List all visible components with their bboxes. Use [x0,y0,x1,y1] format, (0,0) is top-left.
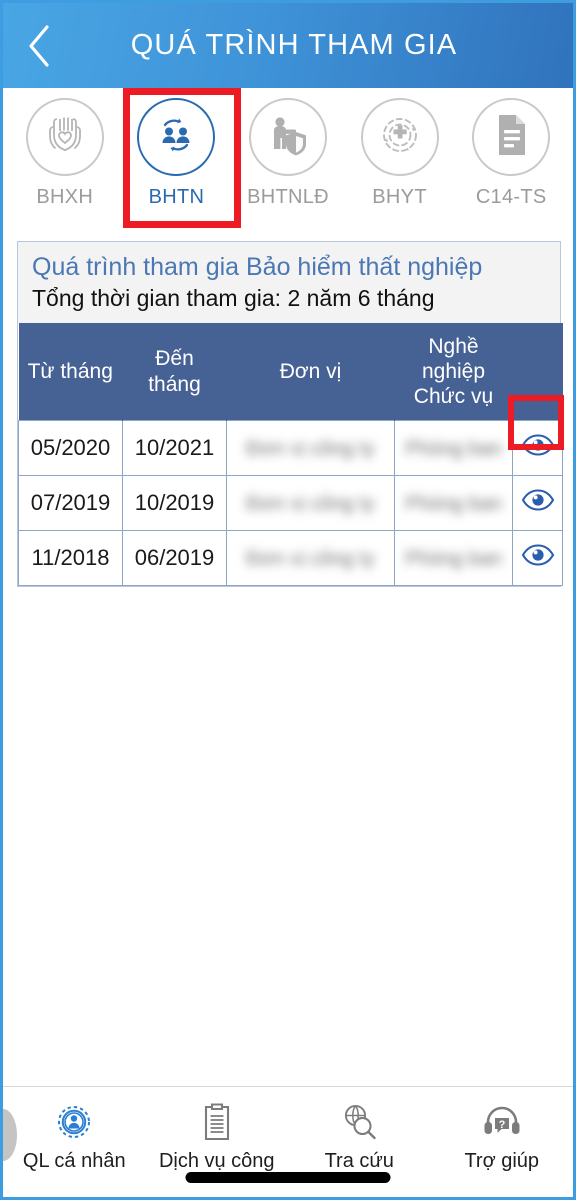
col-header-unit-text: Đơn vị [279,359,342,383]
col-header-to: Đến tháng [122,322,227,421]
redacted-text: Đơn vị công ty [246,493,375,516]
tab-bhtn-circle [137,98,216,176]
tab-bhxh-label: BHXH [36,186,94,208]
cell-to: 06/2019 [122,530,227,587]
gear-person-icon [53,1099,95,1145]
tab-bhxh[interactable]: BHXH [9,88,121,226]
col-header-from-text: Từ tháng [27,359,113,383]
tab-bhyt[interactable]: BHYT [344,88,456,226]
headset-question-icon: ? [480,1099,524,1145]
eye-icon [521,544,555,572]
insurance-type-tabs: BHXH BHTN BHTNLĐ BHYT C14-TS [3,88,573,233]
col-header-job: Nghề nghiệp Chức vụ [394,322,513,421]
view-detail-button[interactable] [514,532,562,585]
tab-bhtnld-label: BHTNLĐ [247,186,329,208]
cell-action [512,530,563,587]
participation-table: Từ tháng Đến tháng Đơn vị Nghề nghiệp Ch… [18,322,563,587]
nav-item-help[interactable]: ? Trợ giúp [431,1099,574,1173]
svg-text:?: ? [498,1119,505,1131]
tab-bhtnld[interactable]: BHTNLĐ [232,88,344,226]
cell-from: 07/2019 [18,475,123,532]
tab-bhyt-label: BHYT [372,186,427,208]
tab-bhyt-circle [360,98,439,176]
cell-unit-redacted: Đơn vị công ty [226,530,395,587]
redacted-text: Đơn vị công ty [246,438,375,461]
col-header-action [512,322,563,421]
col-header-unit: Đơn vị [226,322,395,421]
chevron-left-icon [26,24,52,68]
worker-shield-icon [263,110,313,165]
praying-hands-heart-icon [40,110,90,165]
page-title: QUÁ TRÌNH THAM GIA [130,29,458,61]
table-head: Từ tháng Đến tháng Đơn vị Nghề nghiệp Ch… [18,322,563,421]
redacted-text: Đơn vị công ty [246,548,375,571]
cell-to: 10/2021 [122,420,227,477]
redacted-text: Phòng ban [405,493,502,516]
table-body: 05/2020 10/2021 Đơn vị công ty Phòng ban [18,420,563,587]
clipboard-icon [198,1099,236,1145]
nav-item-public-services-label: Dịch vụ công [158,1150,275,1172]
col-header-job-line2: Chức vụ [413,385,494,409]
back-button[interactable] [3,3,75,88]
table-row: 11/2018 06/2019 Đơn vị công ty Phòng ban [18,530,563,587]
tab-bhxh-circle [25,98,104,176]
table-row: 05/2020 10/2021 Đơn vị công ty Phòng ban [18,420,563,477]
participation-card: Quá trình tham gia Bảo hiểm thất nghiệp … [17,241,563,588]
two-people-cycle-icon [149,108,203,167]
nav-item-lookup-label: Tra cứu [324,1150,394,1172]
cell-job-redacted: Phòng ban [394,530,513,587]
tab-bhtn-label: BHTN [148,186,205,208]
document-lines-icon [489,111,533,164]
tab-c14ts[interactable]: C14-TS [455,88,567,226]
cell-to: 10/2019 [122,475,227,532]
table-row: 07/2019 10/2019 Đơn vị công ty Phòng ban [18,475,563,532]
card-header: Quá trình tham gia Bảo hiểm thất nghiệp … [18,242,560,323]
view-detail-button[interactable] [514,477,562,530]
nav-item-personal-management[interactable]: QL cá nhân [3,1099,146,1173]
cell-job-redacted: Phòng ban [394,475,513,532]
tab-bhtnld-circle [248,98,327,176]
nav-item-public-services[interactable]: Dịch vụ công [146,1099,289,1173]
cell-job-redacted: Phòng ban [394,420,513,477]
tab-bhtn[interactable]: BHTN [121,88,233,226]
card-title: Quá trình tham gia Bảo hiểm thất nghiệp [32,253,483,281]
col-header-from: Từ tháng [18,322,123,421]
nav-item-personal-management-label: QL cá nhân [22,1150,126,1172]
app-bar: QUÁ TRÌNH THAM GIA [3,3,573,88]
col-header-to-line2: tháng [148,372,201,396]
eye-icon [521,434,555,462]
view-detail-button[interactable] [514,422,562,475]
cell-unit-redacted: Đơn vị công ty [226,475,395,532]
redacted-text: Phòng ban [405,438,502,461]
col-header-job-line1: Nghề nghiệp [421,334,486,383]
nav-item-help-label: Trợ giúp [464,1150,540,1172]
col-header-to-line1: Đến [155,347,194,371]
globe-search-icon [338,1099,380,1145]
eye-icon [521,489,555,517]
card-subtitle: Tổng thời gian tham gia: 2 năm 6 tháng [32,285,435,311]
tab-c14ts-circle [472,98,551,176]
home-indicator [185,1172,391,1183]
medical-cross-cycle-icon [374,109,426,166]
redacted-text: Phòng ban [405,548,502,571]
phone-screen: QUÁ TRÌNH THAM GIA BHXH BHTN BHTNLĐ BHYT… [0,0,576,1200]
cell-from: 05/2020 [18,420,123,477]
tab-c14ts-label: C14-TS [475,186,547,208]
cell-unit-redacted: Đơn vị công ty [226,420,395,477]
cell-action [512,475,563,532]
nav-item-lookup[interactable]: Tra cứu [288,1099,431,1173]
cell-from: 11/2018 [18,530,123,587]
table-header-row: Từ tháng Đến tháng Đơn vị Nghề nghiệp Ch… [18,322,563,421]
cell-action [512,420,563,477]
